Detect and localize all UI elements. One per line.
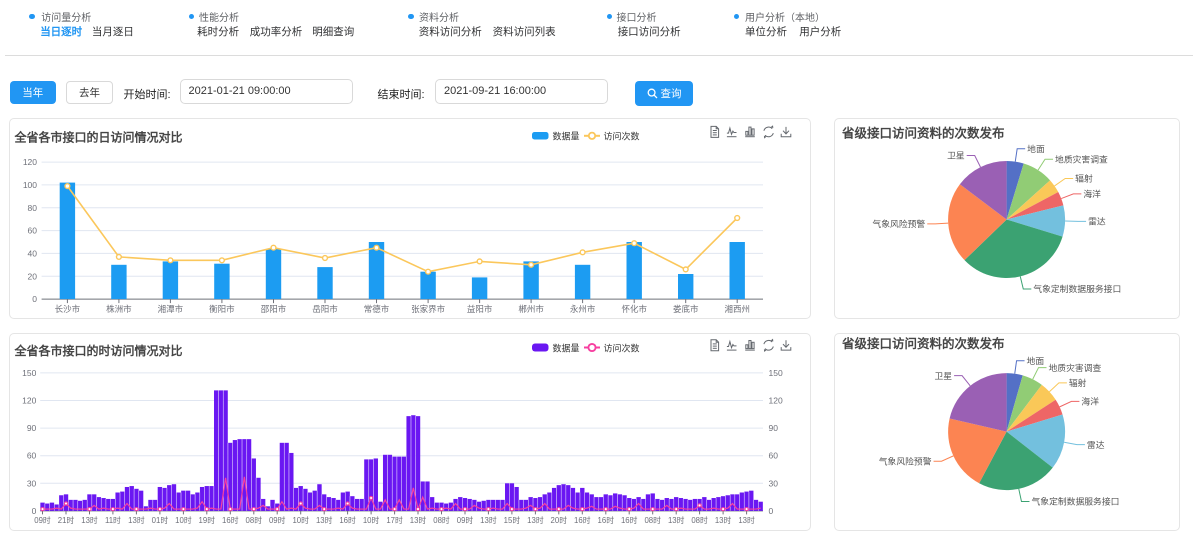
svg-text:150: 150	[22, 368, 36, 378]
svg-text:访问次数: 访问次数	[604, 130, 640, 141]
svg-text:150: 150	[769, 368, 783, 378]
svg-text:16时: 16时	[574, 515, 591, 525]
svg-text:13时: 13时	[715, 515, 732, 525]
svg-text:15时: 15时	[504, 515, 521, 525]
svg-text:辐射: 辐射	[1075, 172, 1093, 183]
svg-text:13时: 13时	[480, 515, 497, 525]
svg-text:10时: 10时	[363, 515, 380, 525]
svg-text:卫星: 卫星	[947, 150, 965, 160]
svg-text:40: 40	[28, 248, 38, 258]
svg-text:60: 60	[769, 451, 779, 461]
svg-text:16时: 16时	[222, 515, 239, 525]
svg-text:气象定制数据服务接口: 气象定制数据服务接口	[1033, 283, 1121, 294]
svg-text:数据量: 数据量	[553, 130, 580, 141]
svg-text:株洲市: 株洲市	[106, 304, 132, 314]
svg-text:08时: 08时	[644, 515, 661, 525]
svg-text:海洋: 海洋	[1081, 396, 1099, 407]
svg-text:地面: 地面	[1027, 355, 1045, 366]
svg-text:雷达: 雷达	[1087, 439, 1105, 450]
svg-text:09时: 09时	[269, 515, 286, 525]
svg-text:省级接口访问资料的次数发布: 省级接口访问资料的次数发布	[841, 336, 1005, 351]
svg-text:益阳市: 益阳市	[467, 304, 493, 314]
svg-text:11时: 11时	[105, 515, 121, 525]
svg-text:气象风险预警: 气象风险预警	[872, 218, 925, 229]
svg-text:常德市: 常德市	[364, 304, 390, 314]
svg-text:120: 120	[23, 157, 37, 167]
svg-text:13时: 13时	[668, 515, 685, 525]
svg-text:全省各市接口的日访问情况对比: 全省各市接口的日访问情况对比	[14, 129, 183, 144]
svg-text:13时: 13时	[316, 515, 333, 525]
svg-text:100: 100	[23, 179, 37, 189]
svg-text:16时: 16时	[598, 515, 615, 525]
svg-text:13时: 13时	[81, 515, 98, 525]
svg-text:地质灾害调查: 地质灾害调查	[1049, 362, 1102, 373]
svg-text:90: 90	[27, 423, 37, 433]
svg-text:10时: 10时	[292, 515, 309, 525]
svg-text:17时: 17时	[386, 515, 403, 525]
svg-text:0: 0	[32, 294, 37, 304]
svg-text:气象风险预警: 气象风险预警	[879, 455, 932, 466]
svg-text:13时: 13时	[410, 515, 427, 525]
svg-text:张家界市: 张家界市	[411, 304, 446, 314]
svg-text:80: 80	[28, 202, 38, 212]
svg-text:13时: 13时	[128, 515, 145, 525]
svg-text:全省各市接口的时访问情况对比: 全省各市接口的时访问情况对比	[14, 343, 183, 358]
svg-text:怀化市: 怀化市	[621, 304, 647, 314]
svg-text:09时: 09时	[34, 515, 51, 525]
svg-text:120: 120	[769, 396, 783, 406]
svg-text:湘西州: 湘西州	[724, 304, 750, 314]
svg-text:郴州市: 郴州市	[518, 304, 544, 314]
svg-text:16时: 16时	[339, 515, 356, 525]
svg-text:21时: 21时	[58, 515, 75, 525]
svg-text:湘潭市: 湘潭市	[158, 304, 184, 314]
svg-text:08时: 08时	[691, 515, 708, 525]
svg-text:永州市: 永州市	[570, 304, 596, 314]
svg-text:0: 0	[769, 506, 774, 516]
svg-text:数据量: 数据量	[553, 343, 580, 354]
svg-text:海洋: 海洋	[1083, 188, 1101, 199]
svg-text:辐射: 辐射	[1069, 377, 1087, 388]
svg-text:90: 90	[769, 423, 779, 433]
svg-text:20: 20	[28, 271, 38, 281]
svg-text:地面: 地面	[1027, 142, 1045, 153]
svg-text:30: 30	[27, 478, 37, 488]
svg-text:60: 60	[28, 225, 38, 235]
svg-text:省级接口访问资料的次数发布: 省级接口访问资料的次数发布	[841, 125, 1005, 140]
svg-text:长沙市: 长沙市	[55, 304, 81, 314]
svg-text:19时: 19时	[199, 515, 216, 525]
svg-text:雷达: 雷达	[1088, 215, 1106, 226]
svg-text:10时: 10时	[175, 515, 192, 525]
svg-text:衡阳市: 衡阳市	[209, 304, 235, 314]
svg-text:16时: 16时	[621, 515, 638, 525]
svg-text:13时: 13时	[527, 515, 544, 525]
svg-text:30: 30	[769, 478, 779, 488]
svg-text:气象定制数据服务接口: 气象定制数据服务接口	[1031, 496, 1119, 507]
svg-text:0: 0	[32, 506, 37, 516]
svg-text:岳阳市: 岳阳市	[312, 304, 338, 314]
svg-text:08时: 08时	[433, 515, 450, 525]
svg-text:地质灾害调查: 地质灾害调查	[1055, 153, 1108, 164]
svg-text:09时: 09时	[457, 515, 474, 525]
svg-text:卫星: 卫星	[934, 371, 952, 381]
svg-text:01时: 01时	[152, 515, 169, 525]
svg-text:13时: 13时	[738, 515, 755, 525]
svg-text:邵阳市: 邵阳市	[261, 304, 287, 314]
svg-text:08时: 08时	[246, 515, 263, 525]
svg-text:访问次数: 访问次数	[604, 343, 640, 354]
svg-text:60: 60	[27, 451, 37, 461]
svg-text:20时: 20时	[551, 515, 568, 525]
svg-text:120: 120	[22, 396, 36, 406]
svg-text:娄底市: 娄底市	[673, 304, 699, 314]
